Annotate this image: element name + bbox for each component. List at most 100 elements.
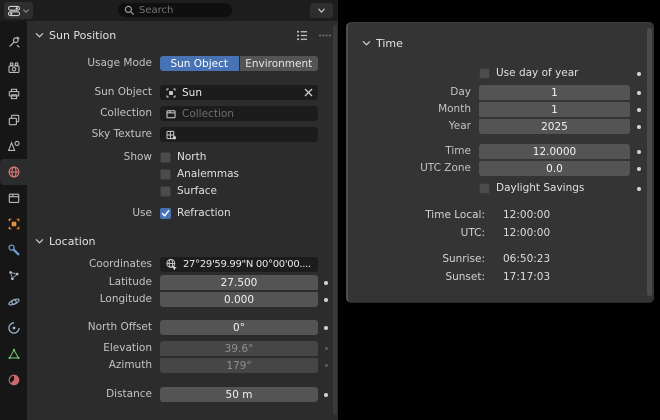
sky-texture-field[interactable] [160, 127, 318, 142]
editor-type-button[interactable] [4, 2, 33, 19]
animate-dot[interactable] [637, 150, 641, 154]
animate-dot[interactable] [637, 125, 641, 129]
animate-dot[interactable] [637, 91, 641, 95]
daylight-savings-checkbox[interactable] [479, 183, 490, 194]
animate-dot[interactable] [637, 187, 641, 191]
animate-dot[interactable] [637, 108, 641, 112]
time-panel-header[interactable]: Time [362, 35, 648, 52]
animate-dot[interactable] [324, 298, 328, 302]
surface-checkbox[interactable] [160, 186, 171, 197]
filter-dropdown-button[interactable] [310, 3, 333, 18]
use-day-of-year-label[interactable]: Use day of year [496, 66, 579, 81]
longitude-row: Longitude 0.000 [27, 292, 338, 307]
month-label: Month [348, 102, 479, 117]
panel-options-dots-icon[interactable] [318, 29, 332, 42]
chevron-down-icon [317, 6, 326, 15]
sun-object-label: Sun Object [27, 85, 160, 100]
tab-output[interactable] [0, 81, 27, 107]
north-checkbox-label[interactable]: North [177, 150, 206, 165]
collection-label: Collection [27, 106, 160, 121]
particles-icon [7, 269, 21, 283]
animate-dot[interactable] [637, 167, 641, 171]
analemmas-checkbox[interactable] [160, 169, 171, 180]
usage-mode-segmented: Sun Object Environment [160, 56, 318, 71]
latitude-row: Latitude 27.500 [27, 275, 338, 290]
utc-zone-label: UTC Zone [348, 161, 479, 176]
day-slider[interactable]: 1 [479, 85, 630, 100]
properties-scrollbar[interactable] [333, 25, 337, 415]
surface-checkbox-label[interactable]: Surface [177, 184, 217, 199]
tab-view-layer[interactable] [0, 107, 27, 133]
distance-row: Distance 50 m [27, 387, 338, 402]
animate-dot[interactable] [637, 72, 641, 76]
panel-title: Time [376, 37, 403, 50]
distance-slider[interactable]: 50 m [160, 387, 318, 402]
refraction-checkbox-label[interactable]: Refraction [177, 206, 231, 221]
tab-constraints[interactable] [0, 315, 27, 341]
use-label: Use [27, 206, 160, 221]
animate-dot[interactable] [324, 393, 328, 397]
usage-mode-label: Usage Mode [27, 56, 160, 71]
presets-list-icon[interactable] [296, 29, 309, 42]
printer-icon [7, 87, 21, 101]
tab-tool[interactable] [0, 29, 27, 55]
location-panel-header[interactable]: Location [35, 233, 332, 250]
tab-scene[interactable] [0, 133, 27, 159]
utc-zone-slider[interactable]: 0.0 [479, 161, 630, 176]
use-refraction-row: Use Refraction [27, 206, 338, 221]
usage-mode-sun-object-button[interactable]: Sun Object [160, 56, 239, 71]
tool-icon [7, 35, 21, 49]
animate-dot[interactable] [324, 326, 328, 330]
collection-field[interactable]: Collection [160, 106, 318, 121]
usage-mode-environment-button[interactable]: Environment [240, 56, 319, 71]
sun-object-field[interactable]: Sun [160, 85, 318, 100]
sun-object-row: Sun Object Sun [27, 85, 338, 100]
tab-collection[interactable] [0, 185, 27, 211]
tab-object-data[interactable] [0, 341, 27, 367]
chevron-down-icon [35, 237, 44, 246]
utc-zone-row: UTC Zone 0.0 [348, 161, 654, 176]
utc-value: 12:00:00 [493, 226, 550, 241]
tab-modifiers[interactable] [0, 237, 27, 263]
show-label: Show [27, 150, 160, 165]
coordinates-row: Coordinates 27°29'59.99"N 00°00'00.... [27, 257, 338, 272]
sunset-label: Sunset: [348, 270, 493, 285]
year-slider[interactable]: 2025 [479, 119, 630, 134]
tab-object[interactable] [0, 211, 27, 237]
search-field[interactable] [118, 3, 232, 17]
tab-render[interactable] [0, 55, 27, 81]
chevron-down-icon [22, 7, 30, 15]
refraction-checkbox[interactable] [160, 208, 171, 219]
utc-row: UTC: 12:00:00 [348, 226, 654, 241]
analemmas-checkbox-label[interactable]: Analemmas [177, 167, 239, 182]
object-icon [165, 87, 177, 99]
use-day-of-year-checkbox[interactable] [479, 68, 490, 79]
time-row: Time 12.0000 [348, 144, 654, 159]
world-globe-icon [7, 165, 21, 179]
north-offset-slider[interactable]: 0° [160, 320, 318, 335]
time-label: Time [348, 144, 479, 159]
longitude-slider[interactable]: 0.000 [160, 292, 318, 307]
sunset-row: Sunset: 17:17:03 [348, 270, 654, 285]
tab-world[interactable] [0, 159, 27, 185]
north-checkbox[interactable] [160, 152, 171, 163]
tab-physics[interactable] [0, 289, 27, 315]
latitude-slider[interactable]: 27.500 [160, 275, 318, 290]
clear-x-icon[interactable] [304, 88, 313, 97]
tab-material[interactable] [0, 367, 27, 393]
coordinates-field[interactable]: 27°29'59.99"N 00°00'00.... [160, 257, 318, 272]
render-camera-icon [7, 61, 21, 75]
mesh-data-icon [7, 347, 21, 361]
search-input[interactable] [139, 5, 226, 16]
daylight-savings-label[interactable]: Daylight Savings [496, 181, 584, 196]
tab-particles[interactable] [0, 263, 27, 289]
use-day-of-year-row: Use day of year [348, 66, 654, 81]
animate-dot[interactable] [324, 281, 328, 285]
sun-position-panel-header[interactable]: Sun Position [35, 27, 332, 44]
time-slider[interactable]: 12.0000 [479, 144, 630, 159]
collection-box-icon [165, 108, 177, 120]
sunrise-value: 06:50:23 [493, 252, 550, 267]
sidebar-scrollbar[interactable] [647, 28, 652, 296]
month-slider[interactable]: 1 [479, 102, 630, 117]
utc-label: UTC: [348, 226, 493, 241]
